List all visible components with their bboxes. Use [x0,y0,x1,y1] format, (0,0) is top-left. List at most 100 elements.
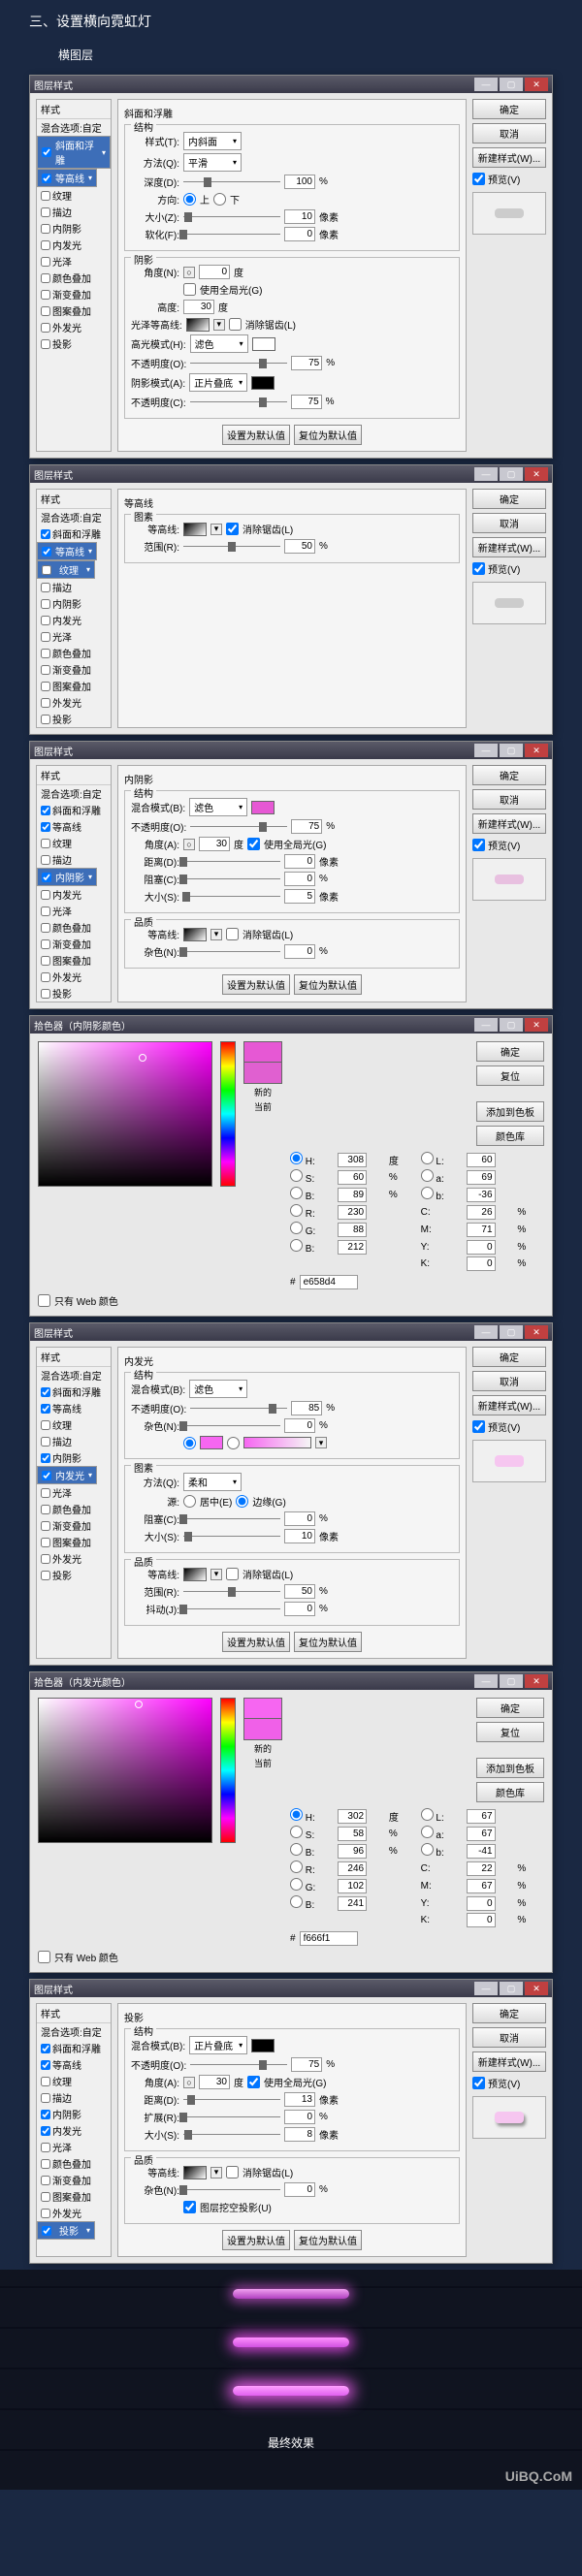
b-radio[interactable] [290,1843,303,1856]
grad-overlay-checkbox[interactable] [41,290,50,300]
distance-slider[interactable] [183,2095,280,2105]
h-radio[interactable] [290,1152,303,1164]
style-item-outer-glow[interactable]: 外发光 [37,2205,111,2221]
depth-slider[interactable] [183,177,280,187]
noise-slider[interactable] [183,2185,280,2195]
maximize-button[interactable]: ▢ [500,1674,523,1688]
style-item-color-overlay[interactable]: 颜色叠加 [37,270,111,286]
reset-default-button[interactable]: 复位为默认值 [294,1632,362,1652]
opacity-input[interactable] [291,2057,322,2072]
close-button[interactable]: ✕ [525,1982,548,1995]
maximize-button[interactable]: ▢ [500,1018,523,1032]
jitter-input[interactable] [284,1602,315,1616]
angle-input[interactable] [199,2075,230,2089]
depth-input[interactable] [284,175,315,189]
b-radio[interactable] [290,1187,303,1199]
anti-alias-checkbox[interactable] [226,2166,239,2178]
size-input[interactable] [284,889,315,904]
style-item-drop-shadow[interactable]: 投影 [37,711,111,727]
distance-slider[interactable] [183,857,280,867]
b2-radio[interactable] [421,1187,434,1199]
hl-mode-select[interactable]: 滤色 [190,334,248,353]
range-input[interactable] [284,1584,315,1599]
g-input[interactable] [338,1223,367,1237]
style-item-grad-overlay[interactable]: 渐变叠加 [37,1517,111,1534]
hue-slider[interactable] [220,1041,236,1187]
ok-button[interactable]: 确定 [472,99,546,119]
noise-input[interactable] [284,1418,315,1433]
global-light-checkbox[interactable] [183,283,196,296]
maximize-button[interactable]: ▢ [500,744,523,757]
style-item-drop-shadow[interactable]: 投影 [37,2221,95,2240]
anti-alias-checkbox[interactable] [226,928,239,940]
gloss-contour-swatch[interactable] [186,318,210,332]
a-radio[interactable] [421,1826,434,1838]
h-input[interactable] [338,1153,367,1167]
cancel-button[interactable]: 取消 [472,513,546,533]
style-item-stroke[interactable]: 描边 [37,579,111,595]
current-color-swatch[interactable] [243,1063,282,1084]
contour-checkbox[interactable] [42,174,51,183]
style-item-grad-overlay[interactable]: 渐变叠加 [37,286,111,302]
contour-dropdown-icon[interactable]: ▾ [210,2167,222,2178]
anti-alias-checkbox[interactable] [229,318,242,331]
blend-mode-select[interactable]: 滤色 [189,798,247,816]
style-item-contour[interactable]: 等高线 [37,169,97,187]
style-item-pattern-overlay[interactable]: 图案叠加 [37,2188,111,2205]
ok-button[interactable]: 确定 [476,1698,544,1718]
style-item-contour[interactable]: 等高线 [37,542,97,560]
preview-checkbox[interactable] [472,173,485,185]
web-only-checkbox[interactable] [38,1951,50,1963]
style-item-satin[interactable]: 光泽 [37,253,111,270]
style-item-inner-glow[interactable]: 内发光 [37,886,111,903]
hl-color-swatch[interactable] [252,337,275,351]
cancel-button[interactable]: 取消 [472,123,546,143]
size-slider[interactable] [183,1532,280,1542]
preview-checkbox[interactable] [472,1420,485,1433]
hl-opacity-slider[interactable] [190,359,287,368]
titlebar[interactable]: 拾色器（内发光颜色）—▢✕ [30,1672,552,1690]
preview-checkbox[interactable] [472,839,485,851]
ok-button[interactable]: 确定 [472,2003,546,2023]
s-radio[interactable] [290,1826,303,1838]
satin-checkbox[interactable] [41,257,50,267]
y-input[interactable] [467,1896,496,1911]
gradient-dropdown-icon[interactable]: ▾ [315,1437,327,1448]
preview-checkbox[interactable] [472,562,485,575]
style-item-stroke[interactable]: 描边 [37,1433,111,1449]
titlebar[interactable]: 图层样式—▢✕ [30,1323,552,1341]
style-item-color-overlay[interactable]: 颜色叠加 [37,919,111,936]
opacity-slider[interactable] [190,2060,287,2070]
dir-up-radio[interactable] [183,193,196,206]
c-input[interactable] [467,1861,496,1876]
bevel-style-select[interactable]: 内斜面 [183,132,242,150]
dir-down-radio[interactable] [213,193,226,206]
y-input[interactable] [467,1240,496,1255]
minimize-button[interactable]: — [474,1674,498,1688]
s-radio[interactable] [290,1169,303,1182]
size-slider[interactable] [183,2130,280,2140]
new-style-button[interactable]: 新建样式(W)... [472,1395,546,1415]
shadow-color-swatch[interactable] [251,2039,275,2052]
glow-color-swatch[interactable] [200,1436,223,1449]
reset-default-button[interactable]: 复位为默认值 [294,2230,362,2250]
opacity-slider[interactable] [190,1404,287,1414]
style-item-inner-shadow[interactable]: 内阴影 [37,595,111,612]
size-input[interactable] [284,1529,315,1543]
color-field[interactable] [38,1698,212,1843]
angle-input[interactable] [199,837,230,851]
style-item-grad-overlay[interactable]: 渐变叠加 [37,661,111,678]
sh-mode-select[interactable]: 正片叠底 [189,373,247,392]
m-input[interactable] [467,1223,496,1237]
style-item-blend[interactable]: 混合选项:自定 [37,119,111,136]
style-item-outer-glow[interactable]: 外发光 [37,694,111,711]
s-input[interactable] [338,1170,367,1185]
b-input[interactable] [338,1844,367,1859]
titlebar[interactable]: 图层样式—▢✕ [30,742,552,759]
stroke-checkbox[interactable] [41,207,50,217]
soften-input[interactable] [284,227,315,241]
b2-input[interactable] [467,1188,496,1202]
close-button[interactable]: ✕ [525,467,548,481]
bv-input[interactable] [338,1240,367,1255]
minimize-button[interactable]: — [474,1018,498,1032]
